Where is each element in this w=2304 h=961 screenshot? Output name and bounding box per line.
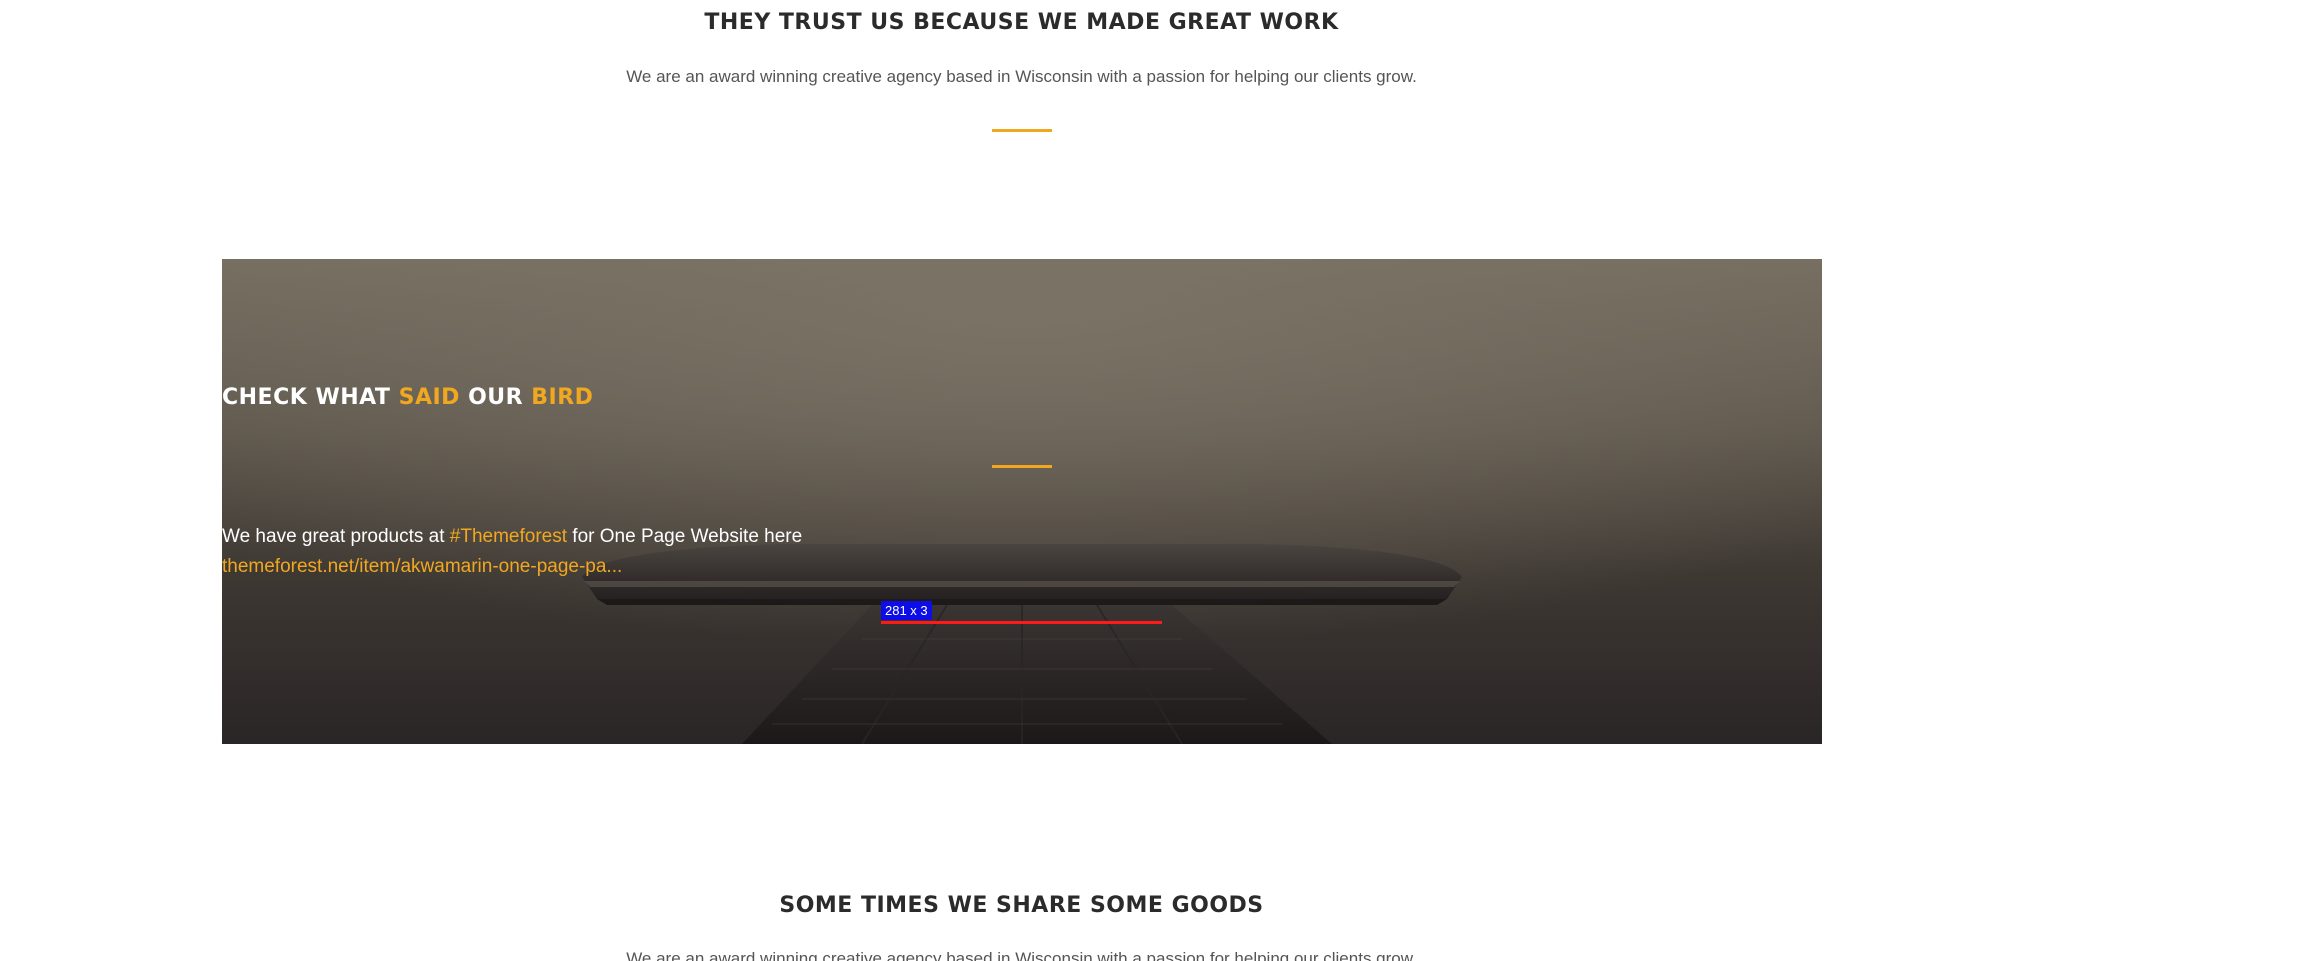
trust-section-title: THEY TRUST US BECAUSE WE MADE GREAT WORK [704,10,1339,35]
title-part-bird: BIRD [531,385,594,410]
measure-size-badge: 281 x 3 [881,601,932,620]
twitter-accent-divider [992,465,1052,468]
trust-section-subtitle: We are an award winning creative agency … [626,67,1417,86]
tweet-url-link[interactable]: themeforest.net/item/akwamarin-one-page-… [222,556,622,577]
goods-section-title: SOME TIMES WE SHARE SOME GOODS [779,893,1264,918]
tweet-text: We have great products at [222,526,450,547]
pier-background-image [222,259,1822,744]
twitter-section-title: CHECK WHAT SAID OUR BIRD [222,383,1822,413]
title-part-check-what: CHECK WHAT [222,385,399,410]
trust-section: THEY TRUST US BECAUSE WE MADE GREAT WORK… [0,8,2043,132]
title-part-our: OUR [459,385,532,410]
tweet-hashtag-link[interactable]: #Themeforest [450,526,567,547]
twitter-banner: CHECK WHAT SAID OUR BIRD We have great p… [222,259,1822,744]
title-part-said: SAID [398,385,460,410]
goods-section: SOME TIMES WE SHARE SOME GOODS We are an… [0,891,2043,961]
measure-highlight-line [881,621,1162,624]
tweet: We have great products at #Themeforest f… [222,522,1822,582]
page: THEY TRUST US BECAUSE WE MADE GREAT WORK… [0,0,2304,961]
trust-accent-divider [991,129,1052,132]
tweet-text-after: for One Page Website here [567,526,803,547]
goods-section-subtitle: We are an award winning creative agency … [626,949,1417,961]
